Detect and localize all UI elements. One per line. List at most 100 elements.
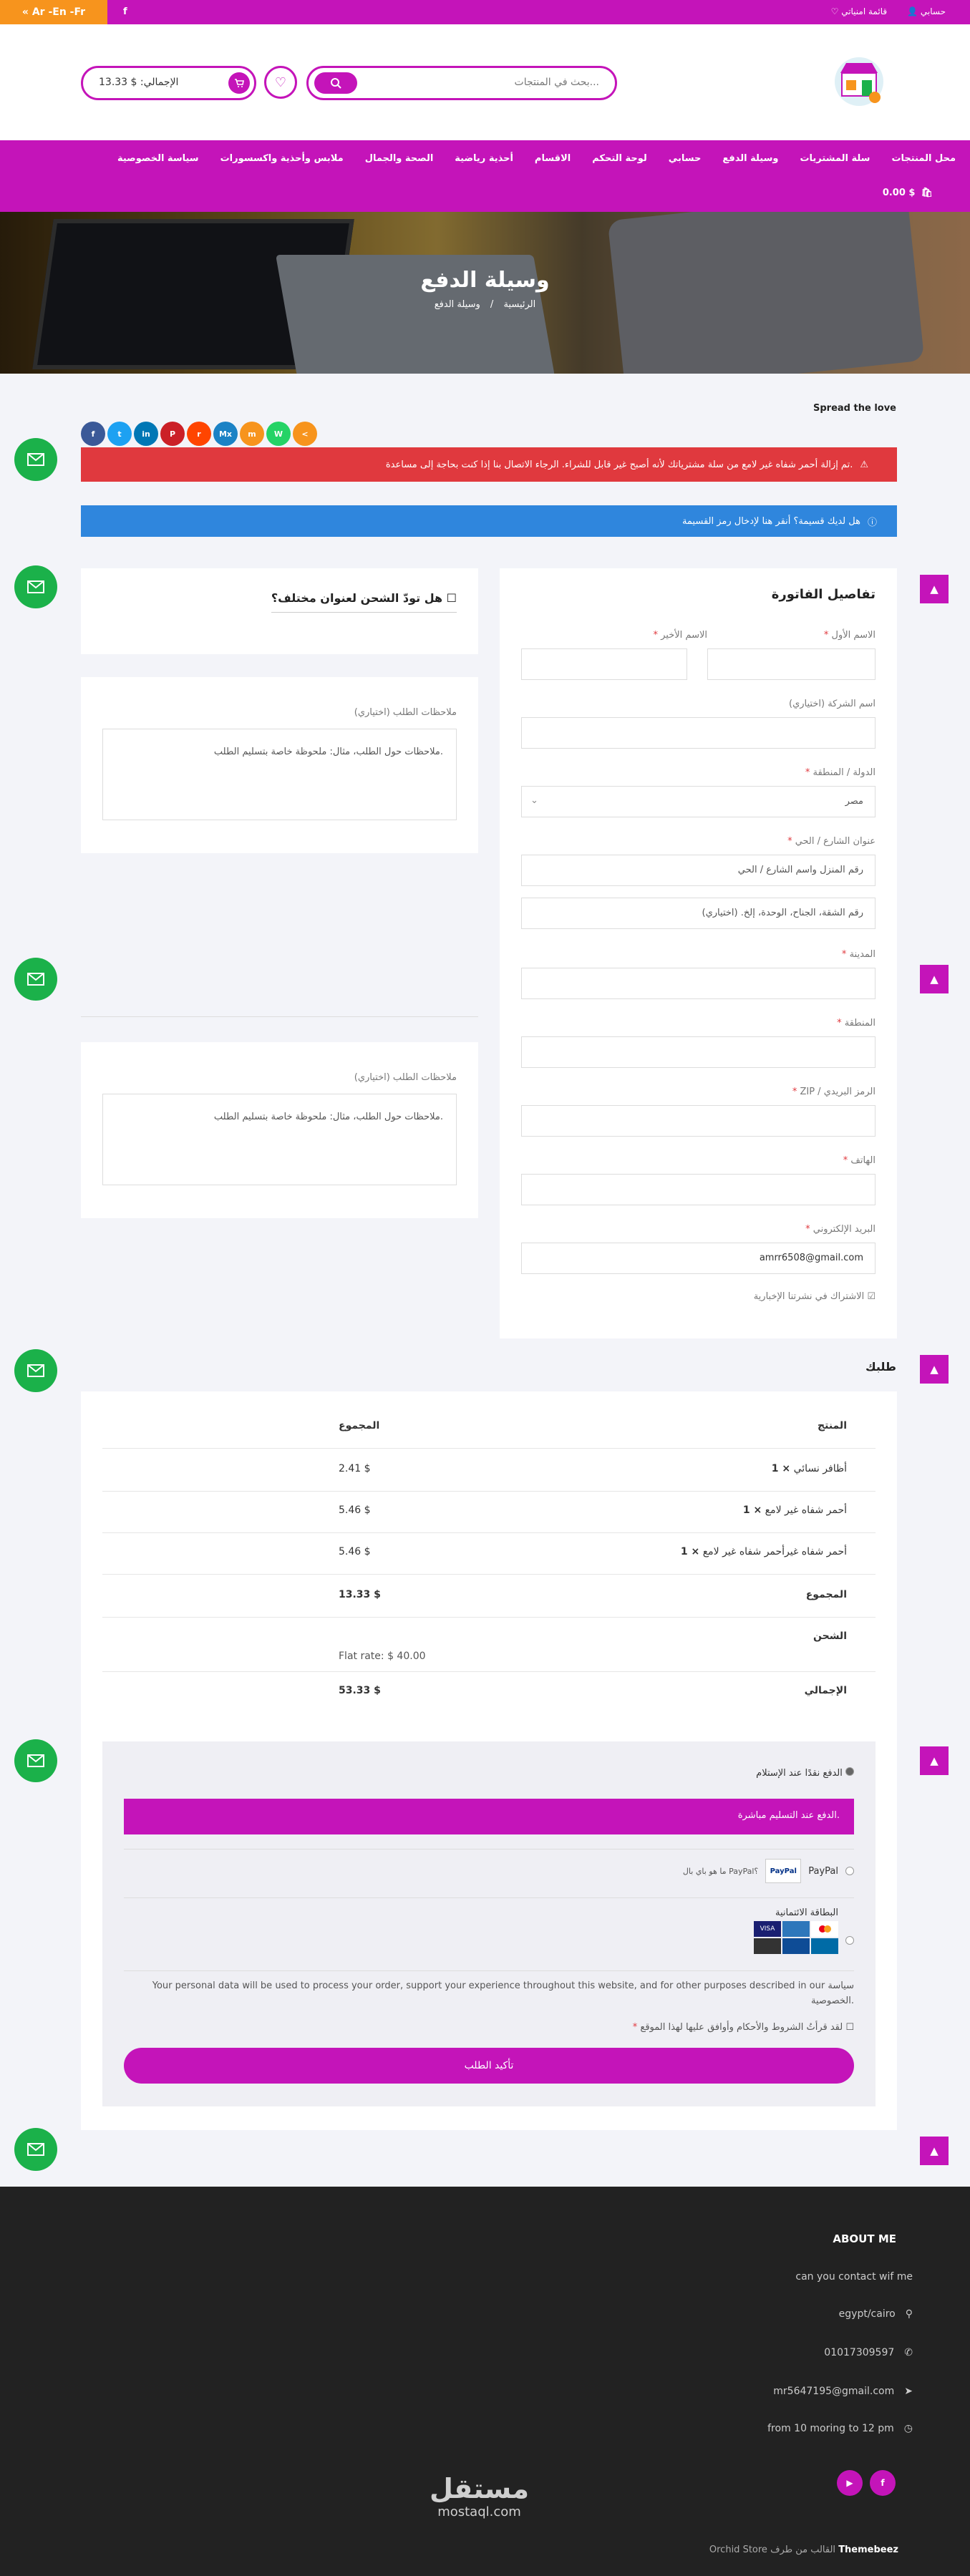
nav-item-account[interactable]: حسابي [669, 153, 702, 164]
footer-email[interactable]: mr5647195@gmail.com ➤ [773, 2386, 913, 2397]
phone-field[interactable] [521, 1174, 876, 1205]
page-title: وسيلة الدفع [420, 268, 550, 293]
ship-different-box: هل تودّ الشحن لعنوان مختلف؟ ☐ [81, 568, 478, 654]
nav-item-checkout[interactable]: وسيلة الدفع [722, 153, 778, 164]
nav-item-sneakers[interactable]: أحذية رياضية [455, 153, 513, 164]
twitter-share-icon[interactable]: t [107, 422, 132, 446]
error-notice: تم إزالة أحمر شفاه غير لامع من سلة مشتري… [81, 447, 897, 482]
cod-label: الدفع نقدًا عند الإستلام [756, 1768, 843, 1779]
floating-mail-button[interactable] [14, 1349, 57, 1392]
clock-icon: ◷ [903, 2423, 913, 2434]
mail-icon [27, 1364, 44, 1377]
floating-mail-button[interactable] [14, 2128, 57, 2171]
payment-card[interactable]: البطاقة الائتمانية VISA [754, 1907, 854, 1954]
nav-item-beauty[interactable]: الصحة والجمال [365, 153, 434, 164]
terms-label: لقد قرأتُ الشروط والأحكام وأوافق عليها ل… [640, 2022, 843, 2033]
notes-textarea[interactable]: ملاحظات حول الطلب، مثال: ملحوظة خاصة بتس… [102, 729, 457, 820]
floating-mail-button[interactable] [14, 565, 57, 608]
nav-item-fashion[interactable]: ملابس وأحذية واكسسورات [220, 153, 344, 164]
region-field[interactable] [521, 1036, 876, 1068]
coupon-notice[interactable]: هل لديك قسيمة؟ أنقر هنا لإدخال رمز القسي… [81, 505, 897, 537]
col-total: المجموع [339, 1420, 380, 1432]
street-field[interactable]: رقم المنزل واسم الشارع / الحي [521, 855, 876, 886]
reddit-share-icon[interactable]: r [187, 422, 211, 446]
mix-share-icon[interactable]: Mx [213, 422, 238, 446]
cod-radio[interactable] [845, 1767, 854, 1776]
mail-icon [27, 453, 44, 466]
mail-icon [27, 580, 44, 593]
search-icon [331, 78, 341, 89]
wishlist-link[interactable]: ♡ قائمة امنياتي [831, 6, 888, 16]
city-field[interactable] [521, 968, 876, 999]
info-icon: ⓘ [867, 517, 877, 528]
region-label: * المنطقة [837, 1018, 876, 1029]
payment-paypal[interactable]: ما هو باي بال PayPal؟ PayPal PayPal [683, 1859, 854, 1883]
ship-different-checkbox[interactable]: هل تودّ الشحن لعنوان مختلف؟ ☐ [271, 591, 457, 613]
facebook-icon[interactable]: f [123, 6, 127, 17]
search-button[interactable] [314, 72, 357, 94]
card-radio[interactable] [845, 1936, 854, 1945]
search-box[interactable]: بحث في المنتجات... [306, 66, 617, 100]
breadcrumb-home[interactable]: الرئيسية [503, 299, 535, 310]
account-link[interactable]: 👤 حسابي [907, 6, 946, 16]
email-field[interactable]: amrr6508@gmail.com [521, 1243, 876, 1274]
whatsapp-share-icon[interactable]: W [266, 422, 291, 446]
facebook-share-icon[interactable]: f [81, 422, 105, 446]
notes-textarea[interactable]: ملاحظات حول الطلب، مثال: ملحوظة خاصة بتس… [102, 1094, 457, 1185]
theme-author-link[interactable]: Themebeez [838, 2545, 898, 2555]
nav-item-privacy[interactable]: سياسة الخصوصية [117, 153, 199, 164]
youtube-icon[interactable]: ▶ [837, 2470, 863, 2496]
subtotal-row: المجموع 13.33 $ [102, 1589, 876, 1618]
street2-field[interactable]: رقم الشقة، الجناح، الوحدة، إلخ. (اختياري… [521, 898, 876, 929]
scroll-top-button[interactable]: ▲ [920, 1746, 949, 1775]
floating-mail-button[interactable] [14, 438, 57, 481]
more-share-icon[interactable]: < [293, 422, 317, 446]
header-cart[interactable]: الإجمالي: $ 13.33 [81, 66, 256, 100]
footer-phone[interactable]: 01017309597 ✆ [824, 2347, 913, 2358]
last-name-label: * الاسم الأخير [653, 630, 707, 641]
newsletter-label: الاشتراك في نشرتنا الإخبارية [753, 1291, 865, 1302]
nav-cart[interactable]: 0.00 $ 🛍 [883, 188, 933, 198]
payment-cod[interactable]: الدفع نقدًا عند الإستلام [756, 1767, 854, 1779]
scroll-top-button[interactable]: ▲ [920, 965, 949, 993]
mostaql-watermark: مستقل mostaql.com [430, 2473, 529, 2519]
last-name-field[interactable] [521, 648, 687, 680]
mail-share-icon[interactable]: m [240, 422, 264, 446]
store-logo[interactable] [830, 53, 888, 110]
site-footer: ABOUT ME can you contact wif me egypt/ca… [0, 2187, 970, 2576]
wishlist-button[interactable]: ♡ [264, 66, 297, 99]
bag-icon: 🛍 [921, 188, 933, 198]
paypal-info-link[interactable]: ما هو باي بال PayPal؟ [683, 1867, 758, 1876]
company-field[interactable] [521, 717, 876, 749]
search-input[interactable]: بحث في المنتجات... [515, 77, 599, 88]
scroll-top-button[interactable]: ▲ [920, 1355, 949, 1384]
coupon-link[interactable]: هل لديك قسيمة؟ أنقر هنا لإدخال رمز القسي… [682, 516, 860, 527]
place-order-button[interactable]: تأكيد الطلب [124, 2048, 854, 2084]
nav-item-categories[interactable]: الاقسام [535, 153, 571, 164]
divider [81, 1016, 478, 1017]
floating-mail-button[interactable] [14, 1739, 57, 1782]
first-name-field[interactable] [707, 648, 876, 680]
scroll-top-button[interactable]: ▲ [920, 2137, 949, 2165]
pinterest-share-icon[interactable]: P [160, 422, 185, 446]
zip-field[interactable] [521, 1105, 876, 1137]
country-select[interactable]: مصر ⌄ [521, 786, 876, 817]
breadcrumb-separator: / [490, 299, 494, 310]
newsletter-checkbox[interactable]: الاشتراك في نشرتنا الإخبارية ☑ [754, 1291, 876, 1302]
nav-item-cart[interactable]: سلة المشتريات [800, 153, 870, 164]
privacy-text: Your personal data will be used to proce… [152, 1980, 854, 2006]
diners-icon [811, 1938, 838, 1954]
scroll-top-button[interactable]: ▲ [920, 575, 949, 603]
nav-item-dashboard[interactable]: لوحة التحكم [592, 153, 647, 164]
table-row: أحمر شفاه غيرأحمر شفاه غير لامع × 1 5.46 … [102, 1546, 876, 1575]
language-switcher[interactable]: « Ar -En -Fr [0, 0, 107, 24]
mail-icon [27, 973, 44, 986]
error-text: تم إزالة أحمر شفاه غير لامع من سلة مشتري… [385, 459, 853, 470]
linkedin-share-icon[interactable]: in [134, 422, 158, 446]
map-pin-icon: ⚲ [905, 2308, 913, 2320]
floating-mail-button[interactable] [14, 958, 57, 1001]
paypal-radio[interactable] [845, 1867, 854, 1875]
nav-item-shop[interactable]: محل المنتجات [891, 153, 956, 164]
terms-checkbox[interactable]: * لقد قرأتُ الشروط والأحكام وأوافق عليها… [633, 2022, 854, 2033]
facebook-icon[interactable]: f [870, 2470, 896, 2496]
